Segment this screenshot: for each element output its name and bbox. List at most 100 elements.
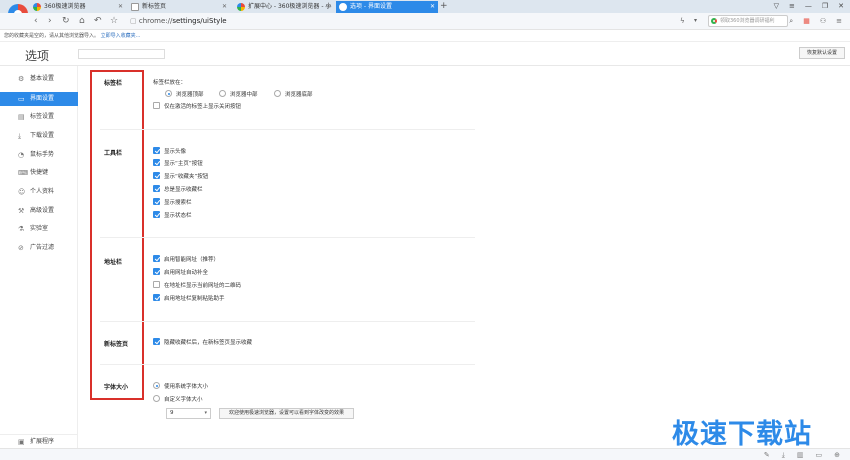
dropdown-icon[interactable]: ▾ bbox=[694, 15, 697, 27]
sidebar-item-download[interactable]: ⤓ 下载设置 bbox=[0, 129, 78, 143]
sidebar-item-label: 界面设置 bbox=[30, 95, 55, 102]
radio-label: 浏览器底部 bbox=[285, 92, 313, 98]
radio-tabbar-bottom[interactable]: 浏览器底部 bbox=[274, 90, 313, 99]
forward-icon[interactable]: › bbox=[48, 15, 52, 27]
checkbox-autocomplete[interactable]: 启用网址自动补全 bbox=[153, 268, 208, 277]
radio-tabbar-top[interactable]: 浏览器顶部 bbox=[165, 90, 204, 99]
checkbox-show-home[interactable]: 显示“主页”按钮 bbox=[153, 159, 203, 168]
sidebar-item-interface[interactable]: ▭ 界面设置 bbox=[0, 92, 78, 106]
wrench-icon: ⚒ bbox=[18, 207, 25, 215]
font-size-select[interactable]: 9 ▾ bbox=[166, 408, 211, 419]
address-bar[interactable]: ▢ chrome://settings/uiStyle bbox=[130, 14, 670, 28]
checkbox-indicator[interactable] bbox=[153, 255, 160, 262]
reload-icon[interactable]: ↻ bbox=[62, 15, 70, 27]
checkbox-show-searchbar[interactable]: 显示搜索栏 bbox=[153, 198, 192, 207]
import-favorites-link[interactable]: 立即导入收藏夹... bbox=[101, 33, 141, 39]
shirt-icon[interactable]: ▽ bbox=[774, 0, 779, 13]
new-tab-button[interactable]: + bbox=[440, 0, 448, 12]
trash-icon[interactable]: ▥ bbox=[797, 450, 804, 460]
close-icon[interactable]: ✕ bbox=[222, 1, 227, 13]
windows-icon[interactable]: ▦ bbox=[803, 15, 810, 27]
radio-label: 使用系统字体大小 bbox=[164, 384, 209, 390]
sidebar-item-label: 实验室 bbox=[30, 225, 49, 232]
checkbox-paste-helper[interactable]: 启用地址栏复制粘贴助手 bbox=[153, 294, 225, 303]
section-divider bbox=[100, 321, 475, 322]
tab-settings[interactable]: 选项 - 界面设置 ✕ bbox=[336, 1, 438, 13]
close-icon[interactable]: ✕ bbox=[326, 1, 331, 13]
window-icon[interactable]: ▭ bbox=[816, 450, 823, 460]
tab-label: 新标签页 bbox=[142, 3, 167, 10]
tab-newtab[interactable]: 新标签页 ✕ bbox=[128, 1, 230, 13]
checkbox-indicator[interactable] bbox=[153, 102, 160, 109]
sidebar-item-advanced[interactable]: ⚒ 高级设置 bbox=[0, 204, 78, 218]
menu-icon[interactable]: ≡ bbox=[789, 0, 795, 13]
tab-label: 360极速浏览器 bbox=[44, 3, 86, 10]
checkbox-indicator[interactable] bbox=[153, 281, 160, 288]
home-icon[interactable]: ⌂ bbox=[79, 15, 85, 27]
restore-icon[interactable]: ❐ bbox=[822, 0, 828, 13]
checkbox-smart-url[interactable]: 启用智能网址（推荐） bbox=[153, 255, 219, 264]
lightning-icon[interactable]: ϟ bbox=[680, 15, 685, 27]
section-divider bbox=[100, 129, 475, 130]
close-window-icon[interactable]: ✕ bbox=[838, 0, 844, 13]
restore-defaults-button[interactable]: 恢复默认设置 bbox=[799, 47, 845, 59]
checkbox-indicator[interactable] bbox=[153, 198, 160, 205]
sidebar-item-extensions[interactable]: ▣ 扩展程序 bbox=[0, 434, 78, 448]
checkbox-indicator[interactable] bbox=[153, 338, 160, 345]
user-icon: ☺ bbox=[18, 188, 26, 196]
title-bar: 360极速浏览器 ✕ 新标签页 ✕ 扩展中心 - 360极速浏览器 - 小 ✕ … bbox=[0, 0, 850, 13]
sidebar-item-adblock[interactable]: ⊘ 广告过滤 bbox=[0, 241, 78, 255]
radio-tabbar-middle[interactable]: 浏览器中部 bbox=[219, 90, 258, 99]
star-icon[interactable]: ☆ bbox=[110, 15, 118, 27]
tab-360[interactable]: 360极速浏览器 ✕ bbox=[30, 1, 126, 13]
radio-custom-font[interactable]: 自定义字体大小 bbox=[153, 395, 203, 404]
section-divider bbox=[100, 237, 475, 238]
user-icon[interactable]: ⚇ bbox=[820, 15, 826, 27]
checkbox-show-statusbar[interactable]: 显示状态栏 bbox=[153, 211, 192, 220]
navigation-bar: ‹ › ↻ ⌂ ↶ ☆ ▢ chrome://settings/uiStyle … bbox=[0, 13, 850, 30]
sidebar-item-shortcuts[interactable]: ⌨ 快捷键 bbox=[0, 166, 78, 180]
back-icon[interactable]: ‹ bbox=[34, 15, 38, 27]
brush-icon[interactable]: ✎ bbox=[764, 450, 770, 460]
close-icon[interactable]: ✕ bbox=[118, 1, 123, 13]
search-input[interactable]: 领取360浏览器调研福利 bbox=[708, 15, 788, 27]
checkbox-always-bookmarks[interactable]: 总是显示收藏栏 bbox=[153, 185, 203, 194]
radio-indicator[interactable] bbox=[153, 395, 160, 402]
checkbox-indicator[interactable] bbox=[153, 294, 160, 301]
checkbox-label: 显示“收藏夹”按钮 bbox=[164, 174, 209, 180]
sidebar-item-profile[interactable]: ☺ 个人资料 bbox=[0, 185, 78, 199]
radio-indicator[interactable] bbox=[219, 90, 226, 97]
checkbox-indicator[interactable] bbox=[153, 159, 160, 166]
more-icon[interactable]: ≡ bbox=[836, 15, 842, 27]
radio-label: 浏览器顶部 bbox=[176, 92, 204, 98]
sidebar-item-tabs[interactable]: ▤ 标签设置 bbox=[0, 110, 78, 124]
radio-indicator[interactable] bbox=[153, 382, 160, 389]
radio-system-font[interactable]: 使用系统字体大小 bbox=[153, 382, 209, 391]
minimize-icon[interactable]: — bbox=[805, 0, 812, 13]
checkbox-indicator[interactable] bbox=[153, 172, 160, 179]
search-icon[interactable]: ⌕ bbox=[789, 15, 793, 27]
sidebar-item-label: 标签设置 bbox=[30, 113, 55, 120]
sidebar-item-basic[interactable]: ⚙ 基本设置 bbox=[0, 72, 78, 86]
checkbox-newtab-favorites[interactable]: 隐藏收藏栏后，在新标签页显示收藏 bbox=[153, 338, 252, 347]
checkbox-indicator[interactable] bbox=[153, 211, 160, 218]
download-icon[interactable]: ⤓ bbox=[782, 450, 785, 460]
tab-extensions[interactable]: 扩展中心 - 360极速浏览器 - 小 ✕ bbox=[234, 1, 334, 13]
undo-icon[interactable]: ↶ bbox=[94, 15, 102, 27]
checkbox-close-active[interactable]: 仅在激活的标签上显示关闭按钮 bbox=[153, 102, 241, 111]
radio-indicator[interactable] bbox=[165, 90, 172, 97]
settings-search-input[interactable] bbox=[78, 49, 165, 59]
checkbox-indicator[interactable] bbox=[153, 147, 160, 154]
radio-indicator[interactable] bbox=[274, 90, 281, 97]
gear-icon bbox=[339, 3, 347, 11]
close-icon[interactable]: ✕ bbox=[430, 1, 435, 13]
checkbox-qr-code[interactable]: 在地址栏显示当前网址的二维码 bbox=[153, 281, 241, 290]
checkbox-indicator[interactable] bbox=[153, 268, 160, 275]
zoom-icon[interactable]: ⊕ bbox=[834, 450, 840, 460]
sidebar-item-gestures[interactable]: ◔ 鼠标手势 bbox=[0, 148, 78, 162]
checkbox-show-favorites[interactable]: 显示“收藏夹”按钮 bbox=[153, 172, 209, 181]
checkbox-indicator[interactable] bbox=[153, 185, 160, 192]
sidebar-item-lab[interactable]: ⚗ 实验室 bbox=[0, 222, 78, 236]
checkbox-show-avatar[interactable]: 显示头像 bbox=[153, 147, 186, 156]
status-bar: ✎ ⤓ ▥ ▭ ⊕ bbox=[0, 448, 850, 460]
